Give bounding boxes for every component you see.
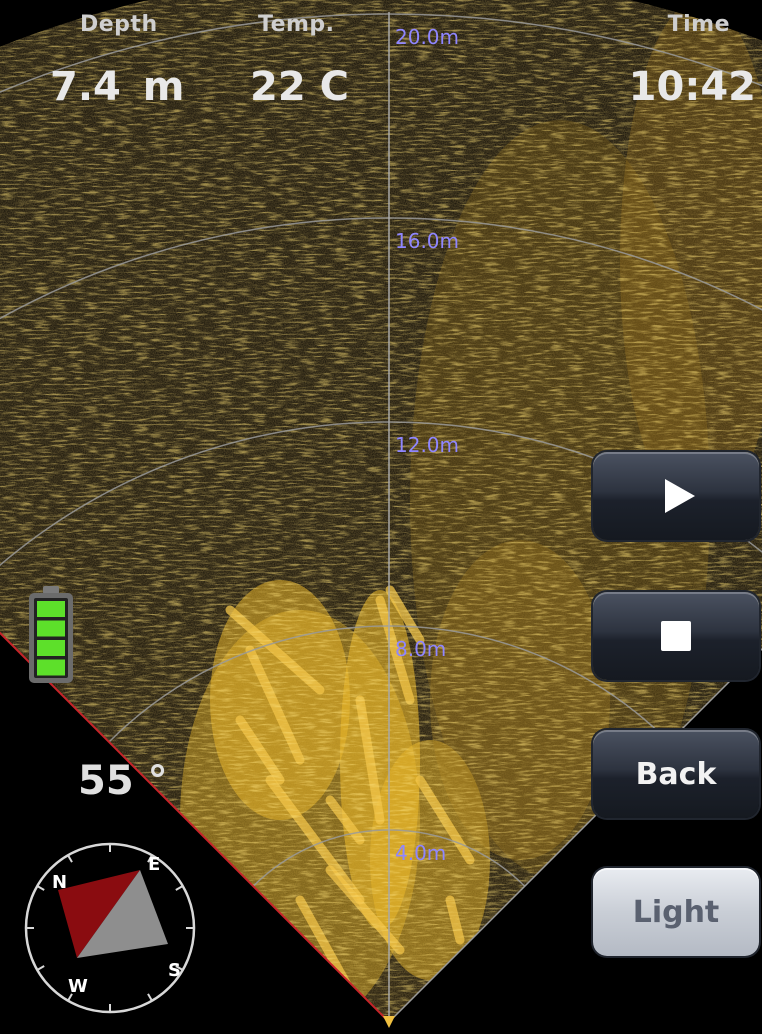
compass-label-s: S (168, 960, 181, 981)
transducer-marker (383, 1016, 395, 1028)
heading-value: 55 ° (78, 758, 168, 804)
range-label: 12.0m (395, 433, 459, 457)
stop-icon (661, 621, 691, 651)
play-icon (665, 479, 695, 513)
battery-bar (37, 640, 65, 656)
compass-label-n: N (52, 872, 67, 893)
range-label: 20.0m (395, 25, 459, 49)
depth-label: Depth (80, 12, 158, 37)
compass-icon: N E S W (22, 840, 198, 1016)
battery-bar (37, 620, 65, 637)
light-button[interactable]: Light (593, 868, 759, 956)
compass-label-e: E (148, 854, 160, 875)
battery-bar (37, 601, 65, 617)
time-value: 10:42 (628, 64, 756, 110)
temperature-value: 22 C (250, 64, 349, 110)
compass-label-w: W (68, 976, 88, 997)
depth-value: 7.4 m (50, 64, 185, 110)
stop-button[interactable] (593, 592, 759, 680)
temperature-label: Temp. (258, 12, 335, 37)
back-button[interactable]: Back (593, 730, 759, 818)
range-label: 4.0m (395, 841, 446, 865)
time-label: Time (667, 12, 730, 37)
play-button[interactable] (593, 452, 759, 540)
range-label: 8.0m (395, 637, 446, 661)
battery-bar (37, 659, 65, 676)
range-label: 16.0m (395, 229, 459, 253)
battery-icon (28, 586, 74, 684)
